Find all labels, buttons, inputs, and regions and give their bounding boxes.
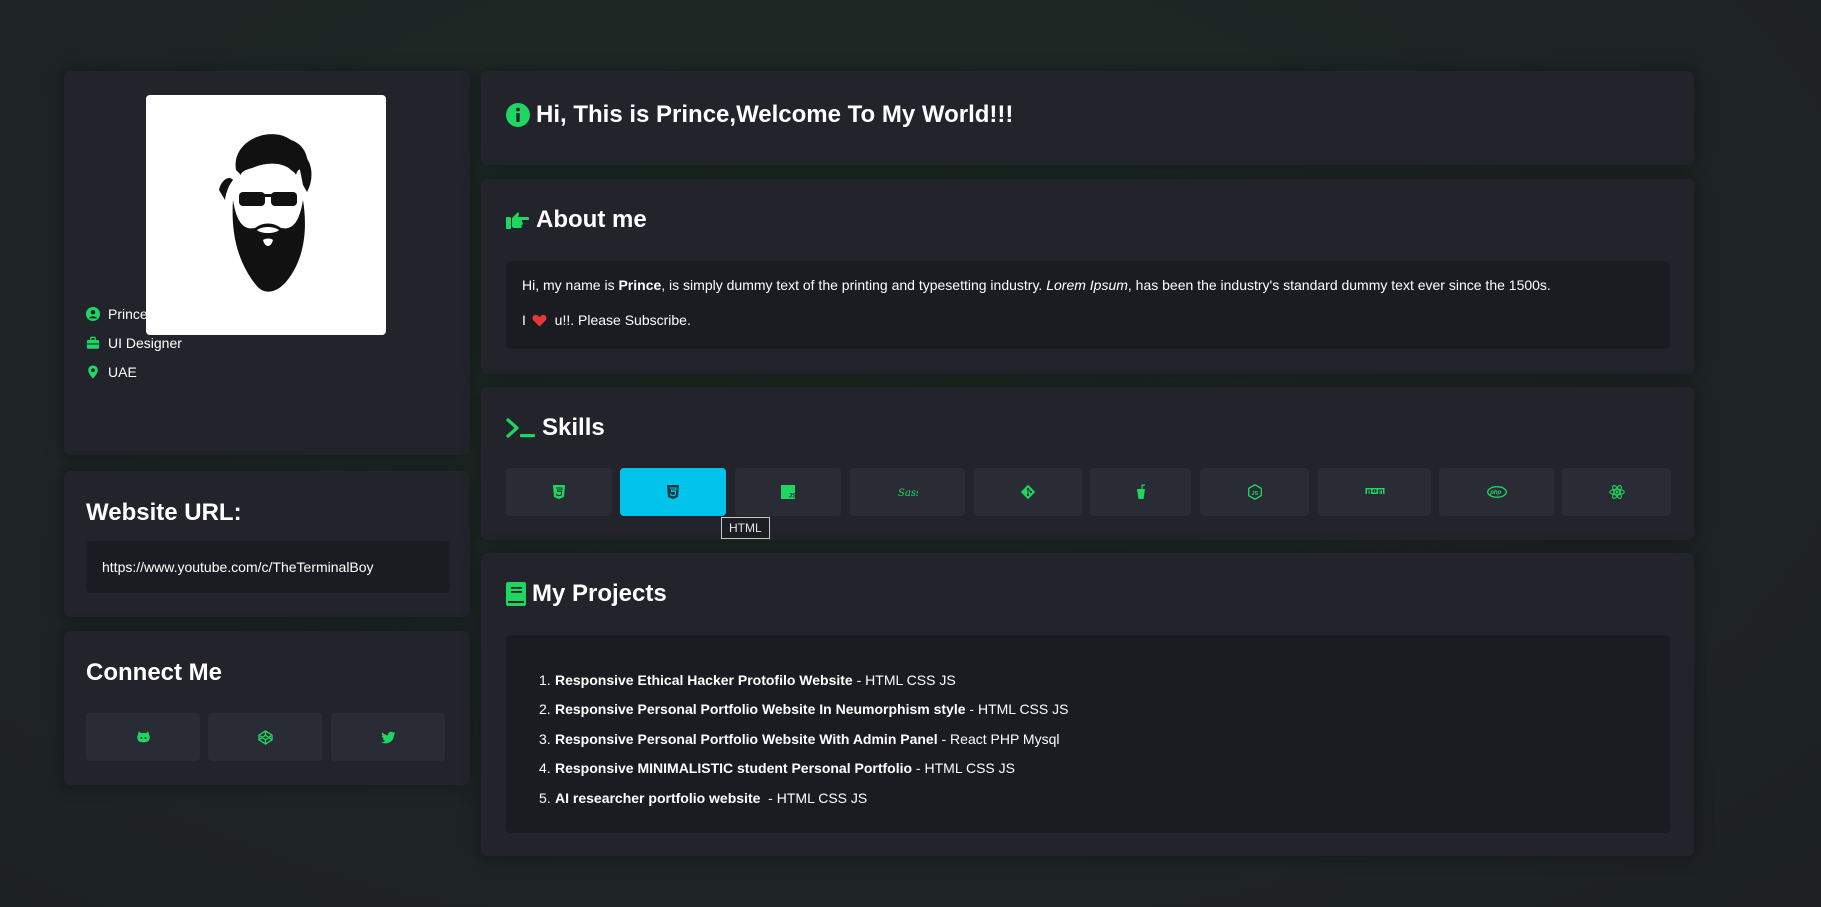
profile-card: Prince UI Designer UAE xyxy=(64,71,470,455)
svg-text:Sass: Sass xyxy=(898,488,918,499)
twitter-button[interactable] xyxy=(331,713,445,761)
skill-html5[interactable] xyxy=(506,468,612,516)
website-title: Website URL: xyxy=(86,499,242,526)
project-number: 1. xyxy=(539,671,551,688)
profile-location: UAE xyxy=(108,364,137,380)
project-number: 3. xyxy=(539,730,551,747)
project-name: Responsive Personal Portfolio Website In… xyxy=(555,701,966,718)
profile-name: Prince xyxy=(108,306,148,322)
avatar xyxy=(146,95,386,335)
skill-php[interactable]: php xyxy=(1439,468,1554,516)
profile-name-row: Prince xyxy=(86,306,148,322)
profile-location-row: UAE xyxy=(86,364,137,380)
skill-npm[interactable] xyxy=(1318,468,1431,516)
skills-title: Skills xyxy=(542,414,605,441)
skills-heading: Skills xyxy=(506,414,605,442)
projects-heading: My Projects xyxy=(506,580,667,608)
list-item: 1. Responsive Ethical Hacker Protofilo W… xyxy=(539,665,1068,695)
skill-sass[interactable]: Sass xyxy=(850,468,965,516)
js-icon: JS xyxy=(781,485,797,500)
connect-card: Connect Me xyxy=(64,631,470,785)
codepen-button[interactable] xyxy=(208,713,322,761)
skill-javascript[interactable]: JS xyxy=(735,468,841,516)
css3-icon xyxy=(667,485,679,499)
npm-icon xyxy=(1365,488,1384,494)
react-icon xyxy=(1608,485,1625,499)
github-icon xyxy=(136,730,150,742)
about-text: , has been the industry's standard dummy… xyxy=(1127,277,1551,293)
list-item: 5. AI researcher portfolio website - HTM… xyxy=(539,783,1068,813)
user-circle-icon xyxy=(86,307,100,321)
welcome-heading: Hi, This is Prince,Welcome To My World!!… xyxy=(506,101,1013,129)
project-number: 4. xyxy=(539,760,551,777)
briefcase-icon xyxy=(86,336,100,349)
heart-icon xyxy=(532,314,547,327)
github-button[interactable] xyxy=(86,713,200,761)
codepen-icon xyxy=(257,729,273,745)
about-title: About me xyxy=(536,206,647,233)
skill-git[interactable] xyxy=(974,468,1082,516)
about-heading: About me xyxy=(506,206,647,234)
svg-text:JS: JS xyxy=(1251,491,1258,497)
skill-css3[interactable] xyxy=(620,468,726,516)
sass-icon: Sass xyxy=(898,488,918,499)
skill-nodejs[interactable]: JS xyxy=(1200,468,1309,516)
welcome-title: Hi, This is Prince,Welcome To My World!!… xyxy=(536,101,1014,128)
project-tech: - HTML CSS JS xyxy=(912,760,1015,777)
projects-list: 1. Responsive Ethical Hacker Protofilo W… xyxy=(539,665,1068,813)
website-url[interactable]: https://www.youtube.com/c/TheTerminalBoy xyxy=(86,541,450,593)
html5-icon xyxy=(553,485,565,499)
project-tech: - HTML CSS JS xyxy=(965,701,1069,718)
svg-text:JS: JS xyxy=(789,493,797,500)
list-item: 4. Responsive MINIMALISTIC student Perso… xyxy=(539,754,1068,784)
list-item: 2. Responsive Personal Portfolio Website… xyxy=(539,695,1068,725)
profile-role-row: UI Designer xyxy=(86,335,182,351)
gulp-icon xyxy=(1136,484,1145,499)
hand-point-right-icon xyxy=(506,212,530,229)
nodejs-icon: JS xyxy=(1247,484,1262,500)
project-number: 5. xyxy=(539,789,551,806)
project-name: Responsive Personal Portfolio Website Wi… xyxy=(555,730,938,747)
skill-tooltip: HTML xyxy=(721,517,770,539)
project-tech: - HTML CSS JS xyxy=(852,671,956,688)
website-card: Website URL: https://www.youtube.com/c/T… xyxy=(64,471,470,617)
skill-gulp[interactable] xyxy=(1090,468,1191,516)
projects-title: My Projects xyxy=(532,580,667,607)
bearded-man-avatar-icon xyxy=(219,134,312,292)
profile-role: UI Designer xyxy=(108,335,182,351)
project-name: Responsive MINIMALISTIC student Personal… xyxy=(555,760,913,777)
map-pin-icon xyxy=(88,365,98,379)
terminal-icon xyxy=(506,418,535,438)
php-icon: php xyxy=(1486,486,1507,498)
skill-react[interactable] xyxy=(1562,468,1671,516)
skills-card: Skills JS Sass xyxy=(481,387,1694,540)
about-subscribe-line: I u!!. Please Subscribe. xyxy=(522,312,691,328)
book-icon xyxy=(506,582,526,606)
project-name: Responsive Ethical Hacker Protofilo Webs… xyxy=(555,671,853,688)
project-name: AI researcher portfolio website xyxy=(555,789,765,806)
connect-title: Connect Me xyxy=(86,659,223,686)
project-number: 2. xyxy=(539,701,551,718)
welcome-card: Hi, This is Prince,Welcome To My World!!… xyxy=(481,71,1694,165)
about-text: Hi, my name is xyxy=(522,277,619,293)
projects-list-box: 1. Responsive Ethical Hacker Protofilo W… xyxy=(506,635,1670,833)
about-paragraph: Hi, my name is Prince, is simply dummy t… xyxy=(522,277,1551,293)
about-lorem: Lorem Ipsum xyxy=(1046,277,1128,293)
project-tech: - HTML CSS JS xyxy=(764,789,868,806)
twitter-icon xyxy=(380,731,396,743)
about-text: , is simply dummy text of the printing a… xyxy=(661,277,1047,293)
about-text: u!!. Please Subscribe. xyxy=(550,312,691,328)
list-item: 3. Responsive Personal Portfolio Website… xyxy=(539,724,1068,754)
about-name: Prince xyxy=(618,277,662,293)
projects-card: My Projects 1. Responsive Ethical Hacker… xyxy=(481,553,1694,856)
svg-text:php: php xyxy=(1489,490,1501,496)
git-icon xyxy=(1020,484,1036,500)
about-card: About me Hi, my name is Prince, is simpl… xyxy=(481,179,1694,374)
website-url-text[interactable]: https://www.youtube.com/c/TheTerminalBoy xyxy=(102,559,374,575)
info-circle-icon xyxy=(506,103,530,127)
about-text: I xyxy=(522,312,530,328)
about-text-box: Hi, my name is Prince, is simply dummy t… xyxy=(506,261,1670,349)
project-tech: - React PHP Mysql xyxy=(937,730,1060,747)
